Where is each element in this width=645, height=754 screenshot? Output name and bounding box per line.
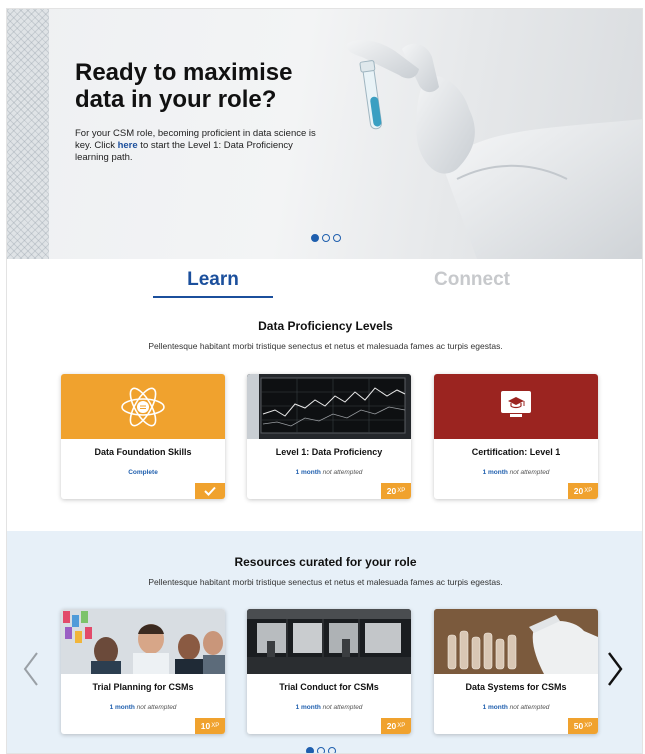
level-card-level1[interactable]: Level 1: Data Proficiency 1 month not at…: [247, 374, 411, 499]
level-card-foundation[interactable]: Data Foundation Skills Complete: [61, 374, 225, 499]
resources-carousel-dot-3[interactable]: [328, 747, 336, 753]
level-card-certification[interactable]: Certification: Level 1 1 month not attem…: [434, 374, 598, 499]
card-complete-badge: [195, 483, 225, 499]
lab-glove-vial-illustration: [346, 39, 642, 259]
atom-icon: [121, 387, 165, 427]
xp-badge: 50 XP: [568, 718, 598, 734]
xp-badge: 20 XP: [381, 718, 411, 734]
resources-section: Resources curated for your role Pellente…: [7, 531, 642, 753]
lab-vials-photo: [434, 609, 598, 674]
hero-here-link[interactable]: here: [118, 140, 138, 151]
card-status: 1 month not attempted: [434, 704, 598, 711]
resource-card-trial-conduct[interactable]: Trial Conduct for CSMs 1 month not attem…: [247, 609, 411, 734]
xp-value: 20: [386, 486, 397, 496]
xp-unit: XP: [397, 488, 406, 494]
xp-unit: XP: [584, 723, 593, 729]
card-status-duration: 1 month: [295, 469, 321, 476]
card-status: Complete: [128, 469, 158, 476]
xp-value: 10: [200, 721, 211, 731]
hero-title: Ready to maximise data in your role?: [75, 59, 293, 113]
hero-carousel-dot-3[interactable]: [333, 234, 341, 242]
checkmark-icon: [204, 486, 216, 496]
card-media: [247, 609, 411, 674]
card-status: 1 month not attempted: [247, 704, 411, 711]
card-title: Data Foundation Skills: [94, 447, 192, 457]
card-media: [61, 374, 225, 439]
card-status-state: not attempted: [509, 704, 550, 711]
chevron-left-icon[interactable]: [19, 649, 43, 689]
resource-card-data-systems[interactable]: Data Systems for CSMs 1 month not attemp…: [434, 609, 598, 734]
card-title: Trial Planning for CSMs: [92, 682, 194, 692]
card-status-duration: 1 month: [482, 469, 508, 476]
hero-carousel-dots: [311, 234, 341, 242]
resource-card-trial-planning[interactable]: Trial Planning for CSMs 1 month not atte…: [61, 609, 225, 734]
xp-badge: 20 XP: [568, 483, 598, 499]
resources-subtitle: Pellentesque habitant morbi tristique se…: [148, 577, 503, 587]
hero-banner: Ready to maximise data in your role? For…: [7, 9, 642, 259]
hero-carousel-dot-2[interactable]: [322, 234, 330, 242]
team-meeting-photo: [61, 609, 225, 674]
tab-learn[interactable]: Learn: [153, 269, 273, 298]
card-title: Data Systems for CSMs: [465, 682, 567, 692]
xp-badge: 10 XP: [195, 718, 225, 734]
resources-carousel-dots: [306, 747, 336, 753]
hero-carousel-dot-1[interactable]: [311, 234, 319, 242]
card-title: Trial Conduct for CSMs: [279, 682, 379, 692]
card-status-state: not attempted: [322, 469, 363, 476]
card-status-duration: 1 month: [109, 704, 135, 711]
xp-value: 20: [573, 486, 584, 496]
xp-unit: XP: [211, 723, 220, 729]
levels-title: Data Proficiency Levels: [258, 319, 393, 333]
card-media: [247, 374, 411, 439]
card-title: Level 1: Data Proficiency: [275, 447, 383, 457]
card-status-state: not attempted: [509, 469, 550, 476]
certificate-monitor-icon: [501, 391, 531, 417]
chevron-right-icon[interactable]: [603, 649, 627, 689]
xp-value: 20: [386, 721, 397, 731]
card-status-duration: 1 month: [295, 704, 321, 711]
xp-badge: 20 XP: [381, 483, 411, 499]
xp-value: 50: [573, 721, 584, 731]
resources-title: Resources curated for your role: [234, 555, 417, 569]
xp-unit: XP: [584, 488, 593, 494]
card-media: [434, 609, 598, 674]
hero-pattern: [7, 9, 49, 259]
resources-carousel-dot-1[interactable]: [306, 747, 314, 753]
stock-chart-photo: [247, 374, 411, 439]
page-frame: Ready to maximise data in your role? For…: [6, 8, 643, 754]
card-media: [61, 609, 225, 674]
card-status-duration: 1 month: [482, 704, 508, 711]
card-status-state: not attempted: [322, 704, 363, 711]
card-status: 1 month not attempted: [61, 704, 225, 711]
levels-subtitle: Pellentesque habitant morbi tristique se…: [148, 341, 503, 351]
card-media: [434, 374, 598, 439]
card-status: 1 month not attempted: [434, 469, 598, 476]
office-photo: [247, 609, 411, 674]
card-status: 1 month not attempted: [247, 469, 411, 476]
tab-connect[interactable]: Connect: [412, 269, 532, 296]
card-title: Certification: Level 1: [471, 447, 561, 457]
resources-carousel-dot-2[interactable]: [317, 747, 325, 753]
hero-body: For your CSM role, becoming proficient i…: [75, 128, 325, 164]
card-status-state: not attempted: [136, 704, 177, 711]
xp-unit: XP: [397, 723, 406, 729]
